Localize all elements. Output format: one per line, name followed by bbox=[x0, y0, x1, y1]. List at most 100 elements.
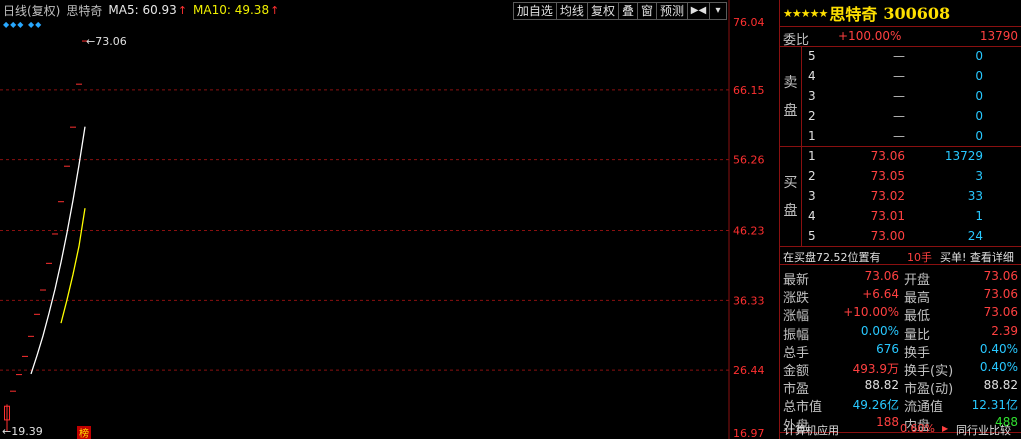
stats-row: 市盈 88.82 市盈(动) 88.82 bbox=[780, 377, 1021, 398]
ask-level-number: 2 bbox=[808, 109, 816, 123]
event-diamond-icons[interactable]: ◆◆◆ ◆◆ bbox=[3, 20, 42, 29]
bid-level-row[interactable]: 2 73.05 3 bbox=[780, 167, 1021, 187]
window-button[interactable]: 窗 bbox=[636, 2, 656, 20]
order-ratio-label: 委比 bbox=[783, 33, 810, 48]
ask-level-volume: 0 bbox=[975, 129, 983, 143]
ask-level-volume: 0 bbox=[975, 109, 983, 123]
ask-level-row[interactable]: 2 — 0 bbox=[780, 107, 1021, 127]
price-tick-label: 26.44 bbox=[733, 364, 765, 377]
ma10-label: MA10: 49.38 bbox=[193, 3, 270, 17]
chart-period-label[interactable]: 日线(复权) bbox=[3, 2, 60, 19]
stats-row: 涨幅 +10.00% 最低 73.06 bbox=[780, 304, 1021, 325]
stat-value: 73.06 bbox=[983, 287, 1018, 302]
bid-order-book: 买 盘 1 73.06 13729 2 73.05 3 3 73.02 33 4 73.01 1 5 73… bbox=[780, 147, 1021, 247]
bid-level-price: 73.00 bbox=[870, 229, 905, 243]
large-order-detail-link[interactable]: 买单! 查看详细 bbox=[940, 249, 1014, 265]
ask-level-row[interactable]: 4 — 0 bbox=[780, 67, 1021, 87]
stat-label: 涨跌 bbox=[783, 291, 810, 307]
ask-level-volume: 0 bbox=[975, 69, 983, 83]
stat-value: +6.64 bbox=[862, 287, 899, 302]
industry-compare-link[interactable]: 同行业比较 bbox=[956, 422, 1011, 438]
large-order-alert[interactable]: 在买盘72.52位置有 10手 买单! 查看详细 bbox=[780, 247, 1021, 265]
bid-level-price: 73.06 bbox=[870, 149, 905, 163]
order-ratio-diff: 13790 bbox=[979, 29, 1018, 43]
stats-row: 最新 73.06 开盘 73.06 bbox=[780, 268, 1021, 288]
stat-value: 0.00% bbox=[860, 323, 899, 338]
industry-bar: 计算机应用 0.60% ▶ 同行业比较 bbox=[780, 419, 1021, 439]
bid-level-number: 2 bbox=[808, 169, 816, 183]
bid-level-price: 73.02 bbox=[870, 189, 905, 203]
stat-label: 涨幅 bbox=[783, 309, 810, 325]
large-order-text: 在买盘72.52位置有 bbox=[783, 251, 881, 264]
stat-value: 0.40% bbox=[979, 360, 1018, 374]
bid-level-price: 73.01 bbox=[870, 209, 905, 223]
order-ratio-pct: +100.00% bbox=[838, 29, 902, 43]
stat-label: 最新 bbox=[783, 273, 810, 288]
industry-arrow-icon: ▶ bbox=[942, 424, 949, 433]
kline-chart-canvas[interactable]: 76.0466.1556.2646.2336.3326.4416.97←73.0… bbox=[0, 0, 779, 439]
bid-level-number: 5 bbox=[808, 229, 816, 243]
industry-name[interactable]: 计算机应用 bbox=[784, 422, 839, 438]
chart-toolbar: 加自选 均线 复权 叠 窗 预测 ▶◀ ▾ bbox=[512, 2, 727, 20]
kline-chart-area[interactable]: 76.04 66.15 56.26 46.23 36.33 26.44 16.97 ←73.0… bbox=[0, 0, 779, 439]
bid-level-row[interactable]: 5 73.00 24 bbox=[780, 227, 1021, 247]
price-tick-label: 16.97 bbox=[733, 427, 765, 439]
overlay-button[interactable]: 叠 bbox=[617, 2, 637, 20]
ask-level-price: — bbox=[893, 69, 905, 83]
large-order-size: 10手 bbox=[907, 251, 932, 264]
ask-order-book: 卖 盘 5—0 4—0 3—0 2—0 1—0 bbox=[780, 47, 1021, 147]
price-tick-label: 56.26 bbox=[733, 154, 765, 167]
stat-value: 73.06 bbox=[983, 305, 1018, 320]
stat-label: 开盘 bbox=[904, 273, 931, 288]
stat-label: 振幅 bbox=[783, 327, 810, 343]
stat-value: 2.39 bbox=[991, 323, 1018, 338]
bid-level-number: 3 bbox=[808, 189, 816, 203]
ask-level-volume: 0 bbox=[975, 89, 983, 103]
bid-level-row[interactable]: 1 73.06 13729 bbox=[780, 147, 1021, 167]
rating-star-icons: ★★★★★ bbox=[783, 6, 828, 20]
ask-level-volume: 0 bbox=[975, 49, 983, 63]
stat-label: 量比 bbox=[904, 327, 931, 343]
stock-title-bar: ★★★★★ 思特奇 300608 bbox=[780, 0, 1021, 27]
stats-row: 总市值 49.26亿 流通值 12.31亿 bbox=[780, 395, 1021, 416]
adjust-price-button[interactable]: 复权 bbox=[586, 2, 618, 20]
ma5-label: MA5: 60.93 bbox=[108, 3, 177, 17]
stat-label: 市盈(动) bbox=[904, 382, 954, 398]
price-tick-label: 66.15 bbox=[733, 84, 765, 97]
chevron-down-icon[interactable]: ▾ bbox=[709, 2, 727, 20]
ma5-up-arrow-icon: ↑ bbox=[177, 3, 188, 17]
ask-level-price: — bbox=[893, 109, 905, 123]
ma10-line bbox=[60, 208, 86, 324]
ask-level-row[interactable]: 3 — 0 bbox=[780, 87, 1021, 107]
ask-level-number: 5 bbox=[808, 49, 816, 63]
bid-level-number: 4 bbox=[808, 209, 816, 223]
stat-label: 换手 bbox=[904, 345, 931, 361]
ask-level-price: — bbox=[893, 129, 905, 143]
bid-level-volume: 3 bbox=[975, 169, 983, 183]
ask-level-row[interactable]: 5 — 0 bbox=[780, 47, 1021, 67]
add-watchlist-button[interactable]: 加自选 bbox=[512, 2, 556, 20]
stat-value: 73.06 bbox=[864, 269, 899, 283]
chart-stock-name: 思特奇 bbox=[66, 3, 103, 18]
nav-arrows-icon[interactable]: ▶◀ bbox=[687, 2, 709, 20]
ask-level-row[interactable]: 1 — 0 bbox=[780, 127, 1021, 147]
stat-value: 0.40% bbox=[979, 341, 1018, 356]
stat-label: 总市值 bbox=[783, 400, 823, 416]
moving-average-button[interactable]: 均线 bbox=[555, 2, 587, 20]
stat-value: 493.9万 bbox=[852, 362, 899, 376]
bid-level-volume: 1 bbox=[975, 209, 983, 223]
stat-value: 12.31亿 bbox=[971, 398, 1018, 413]
forecast-button[interactable]: 预测 bbox=[655, 2, 687, 20]
quote-stats-grid: 最新 73.06 开盘 73.06 涨跌 +6.64 最高 73.06 涨幅 +10.00% 最低 7… bbox=[780, 265, 1021, 434]
price-tick-label: 46.23 bbox=[733, 224, 765, 237]
bid-level-row[interactable]: 4 73.01 1 bbox=[780, 207, 1021, 227]
stats-row: 总手 676 换手 0.40% bbox=[780, 341, 1021, 361]
stat-label: 最低 bbox=[904, 309, 931, 325]
bid-level-row[interactable]: 3 73.02 33 bbox=[780, 187, 1021, 207]
order-ratio-row: 委比 +100.00% 13790 bbox=[780, 27, 1021, 48]
stat-label: 最高 bbox=[904, 291, 931, 307]
bid-level-price: 73.05 bbox=[870, 169, 905, 183]
ask-level-price: — bbox=[893, 49, 905, 63]
stat-label: 市盈 bbox=[783, 382, 810, 398]
ask-level-price: — bbox=[893, 89, 905, 103]
